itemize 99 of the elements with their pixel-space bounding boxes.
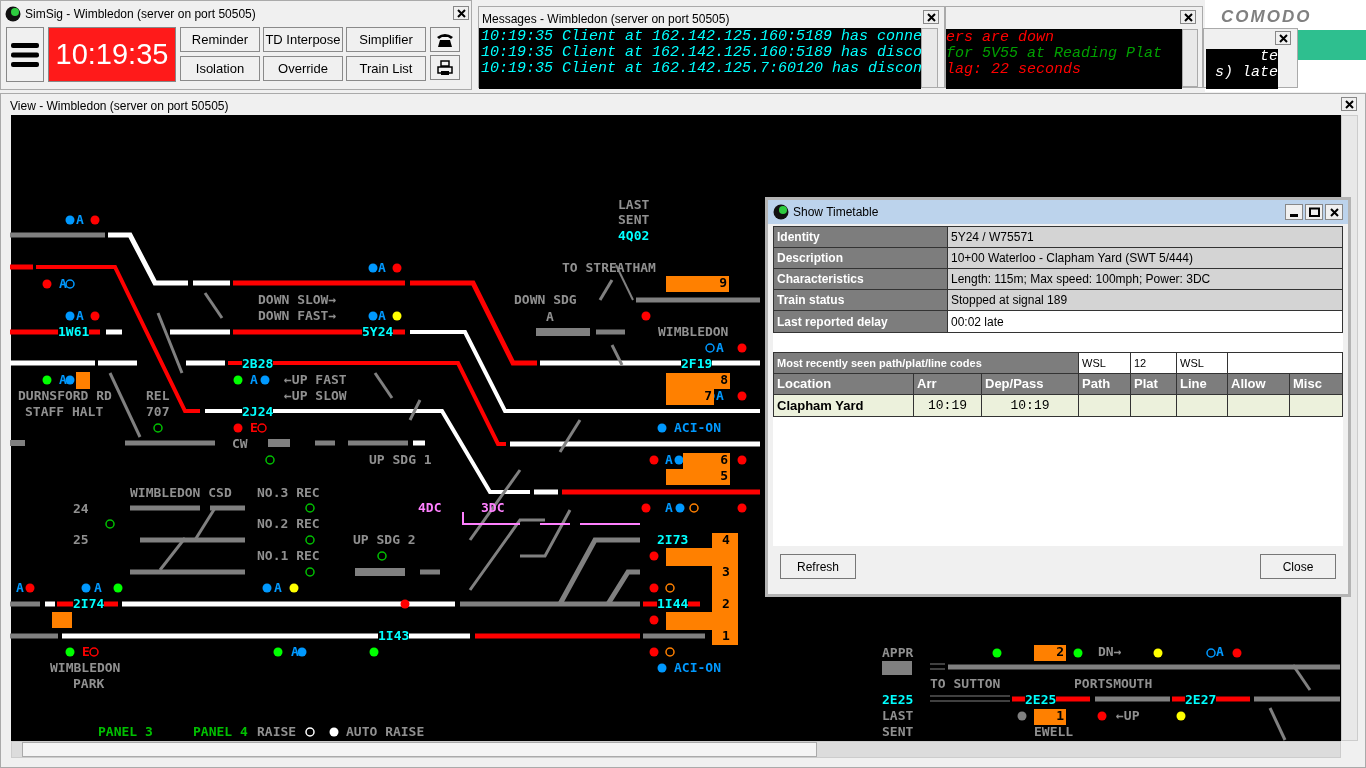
track-label: DOWN FAST→ [258,309,337,323]
auto-signal-letter: A [665,501,673,515]
auto-signal-letter: A [94,581,102,595]
track-label: RAISE [257,725,297,739]
warning-letter: E [82,645,90,659]
column-header: Dep/Pass [981,374,1078,394]
track-label: 24 [73,502,89,516]
track-label: ←UP [1116,709,1140,723]
track-label: SENT [618,213,650,227]
message-line: lag: 22 seconds [946,62,1083,78]
detail-label: Description [774,248,948,268]
message-line: ers are down [946,30,1056,46]
track-label: AUTO RAISE [346,725,425,739]
detail-label: Train status [774,290,948,310]
column-header: Plat [1130,374,1176,394]
auto-signal-letter: A [378,261,386,275]
platform-number: 1 [722,629,730,643]
track-label: DN→ [1098,645,1122,659]
track-label: LAST [882,709,914,723]
table-cell-text: Clapham Yard [776,396,865,415]
auto-signal-letter: A [291,645,299,659]
code-value: 12 [1130,353,1176,373]
auto-signal-letter: A [16,581,24,595]
track-label: A [546,310,554,324]
detail-value: Length: 115m; Max speed: 100mph; Power: 3DC [948,269,1342,289]
power-label: 4DC [418,501,442,515]
column-header: Path [1078,374,1130,394]
code-value: WSL [1078,353,1130,373]
track-label: APPR [882,646,914,660]
track-label: CW [232,437,248,451]
codes-label: Most recently seen path/plat/line codes [774,353,1078,373]
table-cell: 10:19 [913,395,981,416]
track-label: TO STREATHAM [562,261,656,275]
auto-signal-letter: A [1216,645,1224,659]
track-label: TO SUTTON [930,677,1001,691]
auto-signal-letter: A [665,453,673,467]
detail-label: Last reported delay [774,311,948,332]
table-cell: 10:19 [981,395,1078,416]
auto-signal-letter: A [378,309,386,323]
auto-signal-letter: A [250,373,258,387]
message-line: s) late [1214,65,1278,81]
column-header: Location [776,375,833,394]
warning-letter: E [250,421,258,435]
platform-number: 4 [722,533,730,547]
track-label: 707 [146,405,170,419]
message-line: for 5V55 at Reading Plat [946,46,1164,62]
detail-value: Stopped at signal 189 [948,290,1342,310]
track-label: 25 [73,533,89,547]
track-label: NO.1 REC [257,549,320,563]
track-label: ←UP FAST [284,373,347,387]
auto-signal-letter: A [716,389,724,403]
track-label: DOWN SLOW→ [258,293,337,307]
detail-value: 10+00 Waterloo - Clapham Yard (SWT 5/444) [948,248,1342,268]
track-label: ←UP SLOW [284,389,347,403]
track-label: UP SDG 1 [369,453,432,467]
auto-signal-letter: A [76,309,84,323]
track-label: DURNSFORD RD [18,389,112,403]
track-label: WIMBLEDON CSD [130,486,232,500]
message-line: 10:19:35 Client at 162.142.125.160:5189 has conne [481,29,921,45]
auto-signal-letter: A [59,373,67,387]
column-header: Arr [913,374,981,394]
detail-label: Identity [774,227,948,247]
auto-signal-letter: A [274,581,282,595]
column-header: Line [1176,374,1227,394]
track-label: LAST [618,198,650,212]
track-label: UP SDG 2 [353,533,416,547]
track-label: WIMBLEDON [50,661,121,675]
platform-number: 2 [722,597,730,611]
detail-label: Characteristics [774,269,948,289]
window-title: Messages - Wimbledon (server on port 50505) [482,11,730,28]
message-line: 10:19:35 Client at 162.142.125.160:5189 has disco [481,45,921,61]
power-label: 3DC [481,501,505,515]
clock-display: 10:19:35 [48,27,176,82]
track-label: PARK [73,677,105,691]
message-line: 10:19:35 Client at 162.142.125.7:60120 has discon [481,61,921,77]
code-value: WSL [1176,353,1227,373]
auto-signal-letter: A [76,213,84,227]
track-label: PORTSMOUTH [1074,677,1153,691]
column-header: Allow [1227,374,1289,394]
detail-value: 5Y24 / W75571 [948,227,1342,247]
window-title: SimSig - Wimbledon (server on port 50505) [25,6,256,23]
window-title: View - Wimbledon (server on port 50505) [10,98,229,115]
comodo-logo-text: COMODO [1221,6,1312,28]
dialog-title: Show Timetable [793,204,879,221]
track-label: EWELL [1034,725,1074,739]
message-line: te [1259,49,1278,65]
track-label: DOWN SDG [514,293,577,307]
track-label: NO.2 REC [257,517,320,531]
track-label: STAFF HALT [25,405,104,419]
column-header: Misc [1289,374,1342,394]
track-label: NO.3 REC [257,486,320,500]
track-label: REL [146,389,170,403]
track-label: WIMBLEDON [658,325,729,339]
auto-signal-letter: A [59,277,67,291]
aci-status: ACI-ON [674,661,721,675]
track-label: SENT [882,725,914,739]
auto-signal-letter: A [716,341,724,355]
aci-status: ACI-ON [674,421,721,435]
platform-number: 3 [722,565,730,579]
